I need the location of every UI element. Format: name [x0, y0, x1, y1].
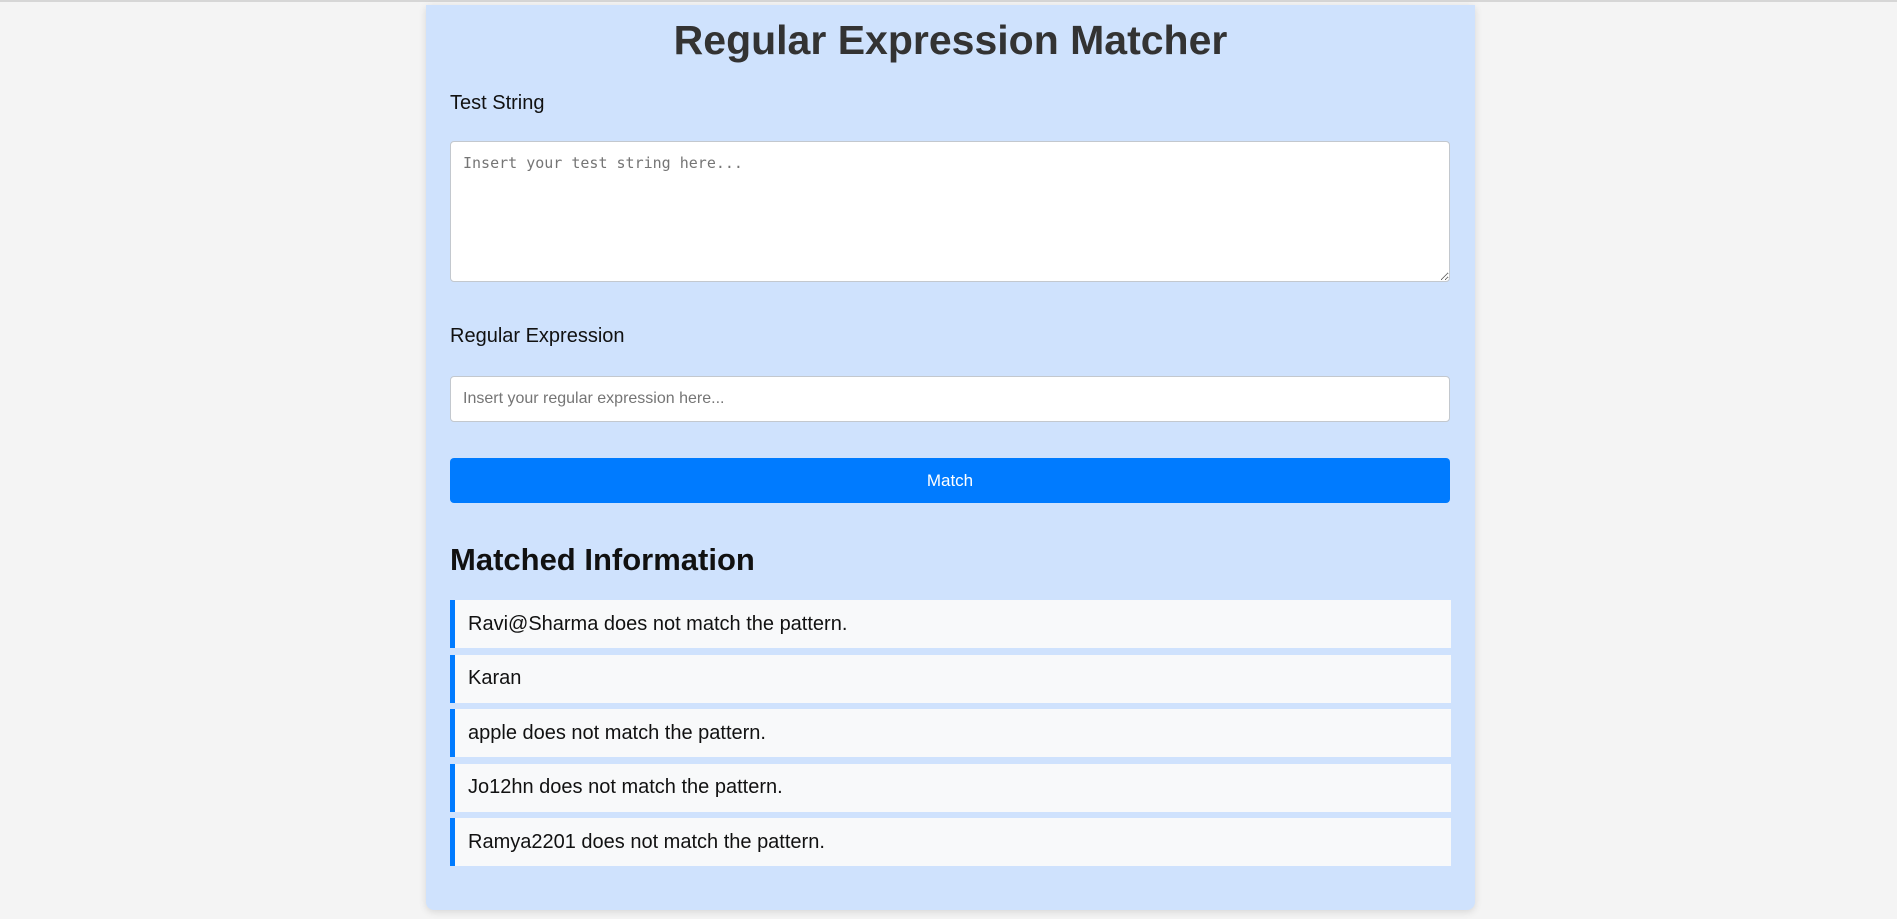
result-item: Ramya2201 does not match the pattern.	[450, 818, 1451, 866]
test-string-textarea[interactable]	[450, 141, 1450, 282]
result-item: Jo12hn does not match the pattern.	[450, 763, 1451, 812]
result-item: Karan	[450, 654, 1451, 703]
matcher-panel: Regular Expression Matcher Test String R…	[426, 5, 1475, 910]
results-list: Ravi@Sharma does not match the pattern. …	[450, 600, 1451, 873]
match-button[interactable]: Match	[450, 458, 1450, 503]
results-heading: Matched Information	[450, 542, 755, 577]
page-title: Regular Expression Matcher	[673, 17, 1228, 63]
result-item: Ravi@Sharma does not match the pattern.	[450, 600, 1451, 648]
result-item: apple does not match the pattern.	[450, 709, 1451, 757]
regex-input[interactable]	[450, 376, 1450, 422]
test-string-label: Test String	[450, 92, 545, 114]
regex-label: Regular Expression	[450, 325, 625, 347]
